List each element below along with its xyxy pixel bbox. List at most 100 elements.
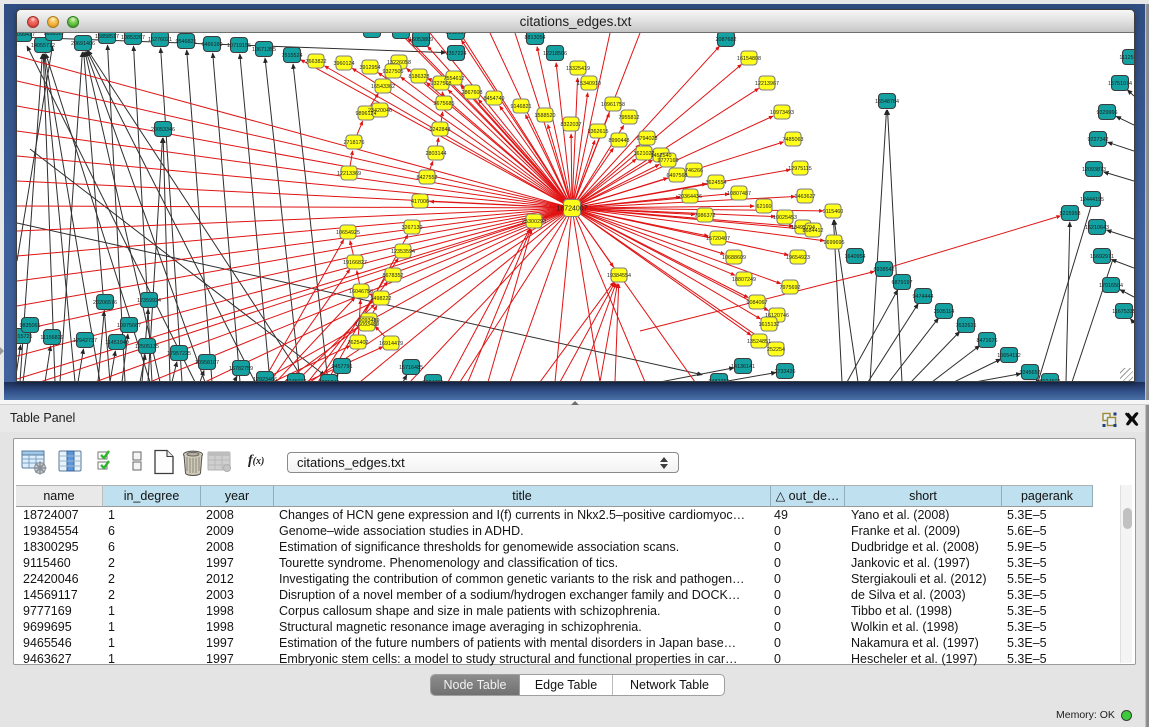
svg-text:12093873: 12093873 — [1082, 167, 1106, 173]
svg-text:2867608: 2867608 — [462, 90, 483, 96]
svg-text:10975667: 10975667 — [117, 323, 141, 329]
svg-text:9482351: 9482351 — [709, 379, 730, 382]
svg-text:5498222: 5498222 — [371, 296, 392, 302]
svg-text:3912954: 3912954 — [360, 65, 381, 71]
svg-text:10922347: 10922347 — [389, 33, 413, 35]
svg-text:746266: 746266 — [685, 168, 703, 174]
svg-text:9146821: 9146821 — [511, 104, 532, 110]
svg-text:9463627: 9463627 — [795, 194, 816, 200]
svg-text:15716485: 15716485 — [399, 365, 423, 371]
svg-text:3267130: 3267130 — [402, 225, 423, 231]
svg-text:8215958: 8215958 — [1060, 211, 1081, 217]
svg-text:20364436: 20364436 — [678, 194, 702, 200]
svg-text:16543362: 16543362 — [371, 84, 395, 90]
svg-text:10961758: 10961758 — [601, 102, 625, 108]
svg-text:15276021: 15276021 — [148, 37, 172, 43]
svg-text:8024502: 8024502 — [1040, 379, 1061, 382]
svg-text:7986372: 7986372 — [695, 213, 716, 219]
svg-text:23420046: 23420046 — [368, 108, 392, 114]
svg-text:9474444: 9474444 — [913, 294, 934, 300]
svg-text:10958107: 10958107 — [195, 360, 219, 366]
svg-text:10688609: 10688609 — [722, 255, 746, 261]
svg-text:13325419: 13325419 — [566, 66, 590, 72]
svg-text:2935114: 2935114 — [934, 309, 955, 315]
svg-text:9638527: 9638527 — [44, 33, 65, 37]
svg-text:17016504: 17016504 — [1099, 283, 1123, 289]
svg-text:8454749: 8454749 — [484, 96, 505, 102]
svg-text:9457791: 9457791 — [332, 364, 353, 370]
svg-text:417006: 417006 — [411, 199, 429, 205]
svg-text:19166827: 19166827 — [343, 260, 367, 266]
svg-text:7515524: 7515524 — [282, 53, 303, 59]
svg-text:10853267: 10853267 — [121, 35, 145, 41]
svg-text:8990448: 8990448 — [609, 138, 630, 144]
svg-text:6879197: 6879197 — [892, 280, 913, 286]
svg-text:1588520: 1588520 — [535, 113, 556, 119]
svg-text:20053346: 20053346 — [151, 127, 175, 133]
svg-text:9242848: 9242848 — [430, 127, 451, 133]
svg-text:1362615: 1362615 — [588, 129, 609, 135]
svg-text:10807487: 10807487 — [727, 191, 751, 197]
svg-text:9835061: 9835061 — [20, 323, 41, 329]
svg-text:7663822: 7663822 — [306, 59, 327, 65]
svg-text:16053809: 16053809 — [409, 37, 433, 43]
svg-text:7485063: 7485063 — [783, 137, 804, 143]
svg-text:9777169: 9777169 — [658, 158, 679, 164]
svg-text:10654925: 10654925 — [336, 230, 360, 236]
svg-text:7975692: 7975692 — [780, 285, 801, 291]
svg-text:7554612: 7554612 — [444, 76, 465, 82]
svg-text:8684412: 8684412 — [803, 228, 824, 234]
svg-text:3915721: 3915721 — [17, 334, 33, 340]
svg-text:9245012: 9245012 — [286, 379, 307, 382]
svg-text:252254: 252254 — [767, 347, 785, 353]
svg-text:8678352: 8678352 — [383, 273, 404, 279]
svg-text:8813054: 8813054 — [525, 35, 546, 41]
svg-text:12213369: 12213369 — [337, 171, 361, 177]
svg-text:15720407: 15720407 — [706, 236, 730, 242]
svg-text:9546821: 9546821 — [176, 39, 197, 45]
svg-text:15858517: 15858517 — [95, 34, 119, 40]
svg-text:7625402: 7625402 — [348, 340, 369, 346]
svg-text:1615132: 1615132 — [759, 322, 780, 328]
svg-text:11125934: 11125934 — [1119, 55, 1134, 61]
svg-text:6466160: 6466160 — [202, 42, 223, 48]
svg-text:13226058: 13226058 — [387, 60, 411, 66]
svg-text:62160: 62160 — [757, 204, 772, 210]
svg-text:6794028: 6794028 — [637, 136, 658, 142]
svg-text:15692971: 15692971 — [1090, 254, 1114, 260]
svg-text:18724007: 18724007 — [556, 205, 587, 212]
svg-text:16210643: 16210643 — [1085, 225, 1109, 231]
svg-text:16093489: 16093489 — [355, 322, 379, 328]
svg-text:1640954: 1640954 — [845, 254, 866, 260]
svg-text:25300293: 25300293 — [522, 219, 546, 225]
svg-text:7357224: 7357224 — [446, 51, 467, 57]
svg-text:2718176: 2718176 — [344, 140, 365, 146]
svg-text:16120746: 16120746 — [765, 313, 789, 319]
svg-text:2803144: 2803144 — [426, 151, 447, 157]
svg-text:7632621: 7632621 — [956, 323, 977, 329]
svg-text:9245652: 9245652 — [1020, 370, 1041, 376]
svg-text:17957225: 17957225 — [167, 351, 191, 357]
svg-text:12444195: 12444195 — [1080, 197, 1104, 203]
svg-text:8322037: 8322037 — [561, 122, 582, 128]
svg-text:3624554: 3624554 — [706, 180, 727, 186]
svg-text:12218506: 12218506 — [543, 51, 567, 57]
svg-text:3675685: 3675685 — [434, 101, 455, 107]
svg-text:9227342: 9227342 — [1088, 137, 1109, 143]
svg-text:11675335: 11675335 — [1112, 309, 1134, 315]
svg-text:20206576: 20206576 — [93, 300, 117, 306]
svg-text:9115460: 9115460 — [823, 209, 844, 215]
svg-text:9327505: 9327505 — [383, 69, 404, 75]
svg-text:16782759: 16782759 — [229, 366, 253, 372]
svg-text:8427552: 8427552 — [417, 175, 438, 181]
svg-text:8812954: 8812954 — [446, 33, 467, 36]
svg-text:10973493: 10973493 — [770, 110, 794, 116]
svg-text:9084067: 9084067 — [747, 300, 768, 306]
svg-text:2087682: 2087682 — [716, 37, 737, 43]
svg-text:19384554: 19384554 — [607, 273, 631, 279]
svg-text:12975115: 12975115 — [788, 166, 812, 172]
svg-text:10719155: 10719155 — [227, 43, 251, 49]
svg-text:17359924: 17359924 — [137, 298, 161, 304]
svg-text:20691406: 20691406 — [71, 41, 95, 47]
svg-text:10025453: 10025453 — [773, 215, 797, 221]
